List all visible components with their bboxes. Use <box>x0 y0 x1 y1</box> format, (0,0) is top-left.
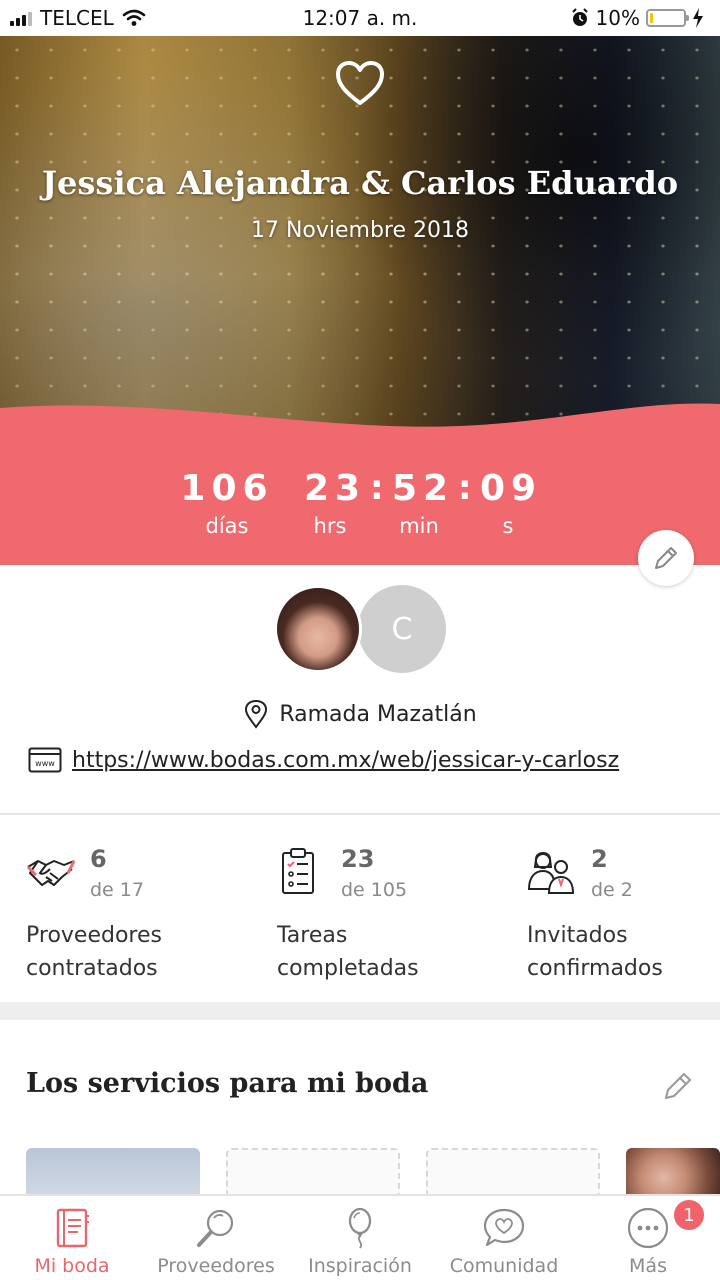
more-icon <box>627 1207 669 1249</box>
guests-icon <box>527 852 575 894</box>
nav-label: Inspiración <box>308 1255 412 1277</box>
countdown-seconds-label: s <box>502 514 514 538</box>
web-browser-icon: www <box>28 747 62 773</box>
heart-logo-icon <box>336 61 384 105</box>
countdown-days-label: días <box>205 514 249 538</box>
location-pin-icon <box>245 699 268 729</box>
nav-label: Comunidad <box>449 1255 559 1277</box>
partner-avatar[interactable]: C <box>358 585 446 673</box>
notification-badge: 1 <box>672 1198 706 1232</box>
countdown-seconds: 09 <box>479 468 543 509</box>
wifi-icon <box>122 9 146 26</box>
stat-total: de 17 <box>90 879 144 901</box>
couple-names: Jessica Alejandra & Carlos Eduardo <box>41 164 679 202</box>
wedding-date: 17 Noviembre 2018 <box>250 218 470 243</box>
balloon-icon <box>348 1207 372 1249</box>
nav-mi-boda[interactable]: Mi boda <box>0 1196 144 1280</box>
nav-inspiracion[interactable]: Inspiración <box>288 1196 432 1280</box>
section-separator <box>0 1002 720 1020</box>
stat-value: 23 <box>341 845 375 873</box>
signal-icon <box>10 10 32 26</box>
venue-name: Ramada Mazatlán <box>279 701 477 727</box>
services-title: Los servicios para mi boda <box>26 1068 429 1099</box>
nav-label: Proveedores <box>157 1255 275 1277</box>
hero-cover-photo: Jessica Alejandra & Carlos Eduardo 17 No… <box>0 36 720 436</box>
svg-text:www: www <box>35 759 55 768</box>
alarm-icon <box>571 8 588 26</box>
bottom-navigation: Mi boda Proveedores Inspiración Comunida… <box>0 1194 720 1280</box>
chat-heart-icon <box>483 1208 525 1247</box>
charging-icon <box>693 8 703 28</box>
stat-label: Tareas completadas <box>277 923 419 981</box>
nav-label: Mi boda <box>34 1255 110 1277</box>
battery-icon <box>646 9 689 27</box>
countdown-days: 106 <box>180 468 274 509</box>
battery-percent: 10% <box>595 6 640 30</box>
section-divider <box>0 813 720 815</box>
nav-label: Más <box>629 1255 667 1277</box>
countdown-timer: 106 23 : 52 : 09 <box>0 468 720 509</box>
stat-tasks[interactable]: 23 de 105 Tareas completadas <box>277 845 507 985</box>
stat-label: Invitados confirmados <box>527 923 663 981</box>
user-avatar[interactable] <box>274 585 362 673</box>
wedding-website[interactable]: www https://www.bodas.com.mx/web/jessica… <box>28 744 619 776</box>
partner-initial: C <box>391 611 413 647</box>
stat-value: 2 <box>591 845 608 873</box>
stat-value: 6 <box>90 845 107 873</box>
edit-wedding-button[interactable] <box>638 530 694 586</box>
stat-vendors[interactable]: 6 de 17 Proveedores contratados <box>26 845 256 985</box>
edit-services-pencil-icon[interactable] <box>660 1068 696 1104</box>
venue-location[interactable]: Ramada Mazatlán <box>0 698 720 730</box>
stat-label: Proveedores contratados <box>26 923 162 981</box>
checklist-icon <box>282 848 314 894</box>
handshake-icon <box>26 860 76 886</box>
search-icon <box>197 1209 234 1247</box>
notebook-icon <box>56 1208 89 1248</box>
wedding-website-link[interactable]: https://www.bodas.com.mx/web/jessicar-y-… <box>72 748 619 773</box>
stat-total: de 2 <box>591 879 633 901</box>
stat-total: de 105 <box>341 879 408 901</box>
pencil-icon <box>655 547 677 569</box>
status-bar: TELCEL 12:07 a. m. 10% <box>0 0 720 36</box>
nav-proveedores[interactable]: Proveedores <box>144 1196 288 1280</box>
carrier-name: TELCEL <box>40 6 114 30</box>
nav-comunidad[interactable]: Comunidad <box>432 1196 576 1280</box>
stat-guests[interactable]: 2 de 2 Invitados confirmados <box>527 845 720 985</box>
